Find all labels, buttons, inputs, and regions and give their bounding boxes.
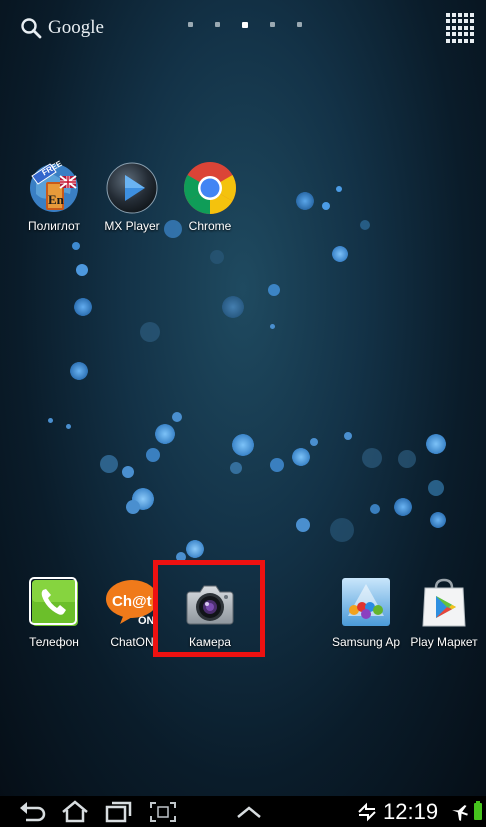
page-dot <box>297 22 302 27</box>
home-screen: Google FREE En Полиглот MX Player Chrome… <box>0 0 486 827</box>
page-dot <box>215 22 220 27</box>
app-samsung-apps[interactable]: Samsung Ap <box>328 576 404 649</box>
app-label: Полиглот <box>28 219 80 233</box>
home-page-indicator <box>188 21 302 28</box>
sync-icon <box>358 802 376 822</box>
apps-grid-icon[interactable] <box>446 13 476 43</box>
recent-apps-icon[interactable] <box>104 800 134 824</box>
app-label: Samsung Ap <box>331 635 401 649</box>
camera-highlight-box <box>153 560 265 657</box>
search-icon <box>21 18 42 39</box>
status-clock: 12:19 <box>383 799 439 824</box>
app-chrome[interactable]: Chrome <box>172 160 248 233</box>
chrome-icon <box>182 160 238 216</box>
app-label: Телефон <box>29 635 79 649</box>
samsung-apps-icon <box>338 576 394 632</box>
google-search-label: Google <box>48 17 104 38</box>
page-dot-active <box>242 21 248 28</box>
battery-icon <box>474 801 482 820</box>
app-label: Chrome <box>188 219 232 233</box>
chevron-up-icon[interactable] <box>234 800 264 824</box>
play-market-icon <box>416 576 472 632</box>
home-icon[interactable] <box>60 800 90 824</box>
screenshot-icon[interactable] <box>148 800 178 824</box>
app-label: Play Маркет <box>410 635 478 649</box>
google-search-bar[interactable]: Google <box>20 14 104 42</box>
chaton-icon: Ch@t ON <box>104 576 160 632</box>
mx-player-icon <box>104 160 160 216</box>
page-dot <box>188 22 193 27</box>
app-label: MX Player <box>104 219 160 233</box>
chaton-text-top: Ch@t <box>112 593 152 610</box>
app-mx-player[interactable]: MX Player <box>94 160 170 233</box>
app-polyglot[interactable]: FREE En Полиглот <box>16 159 92 233</box>
page-dot <box>270 22 275 27</box>
airplane-mode-icon <box>452 805 468 821</box>
back-icon[interactable] <box>18 800 48 824</box>
polyglot-lang-badge: En <box>48 192 65 207</box>
polyglot-icon: FREE En <box>26 159 82 216</box>
app-play-market[interactable]: Play Маркет <box>406 576 482 649</box>
app-phone[interactable]: Телефон <box>16 576 92 649</box>
phone-icon <box>26 576 82 632</box>
